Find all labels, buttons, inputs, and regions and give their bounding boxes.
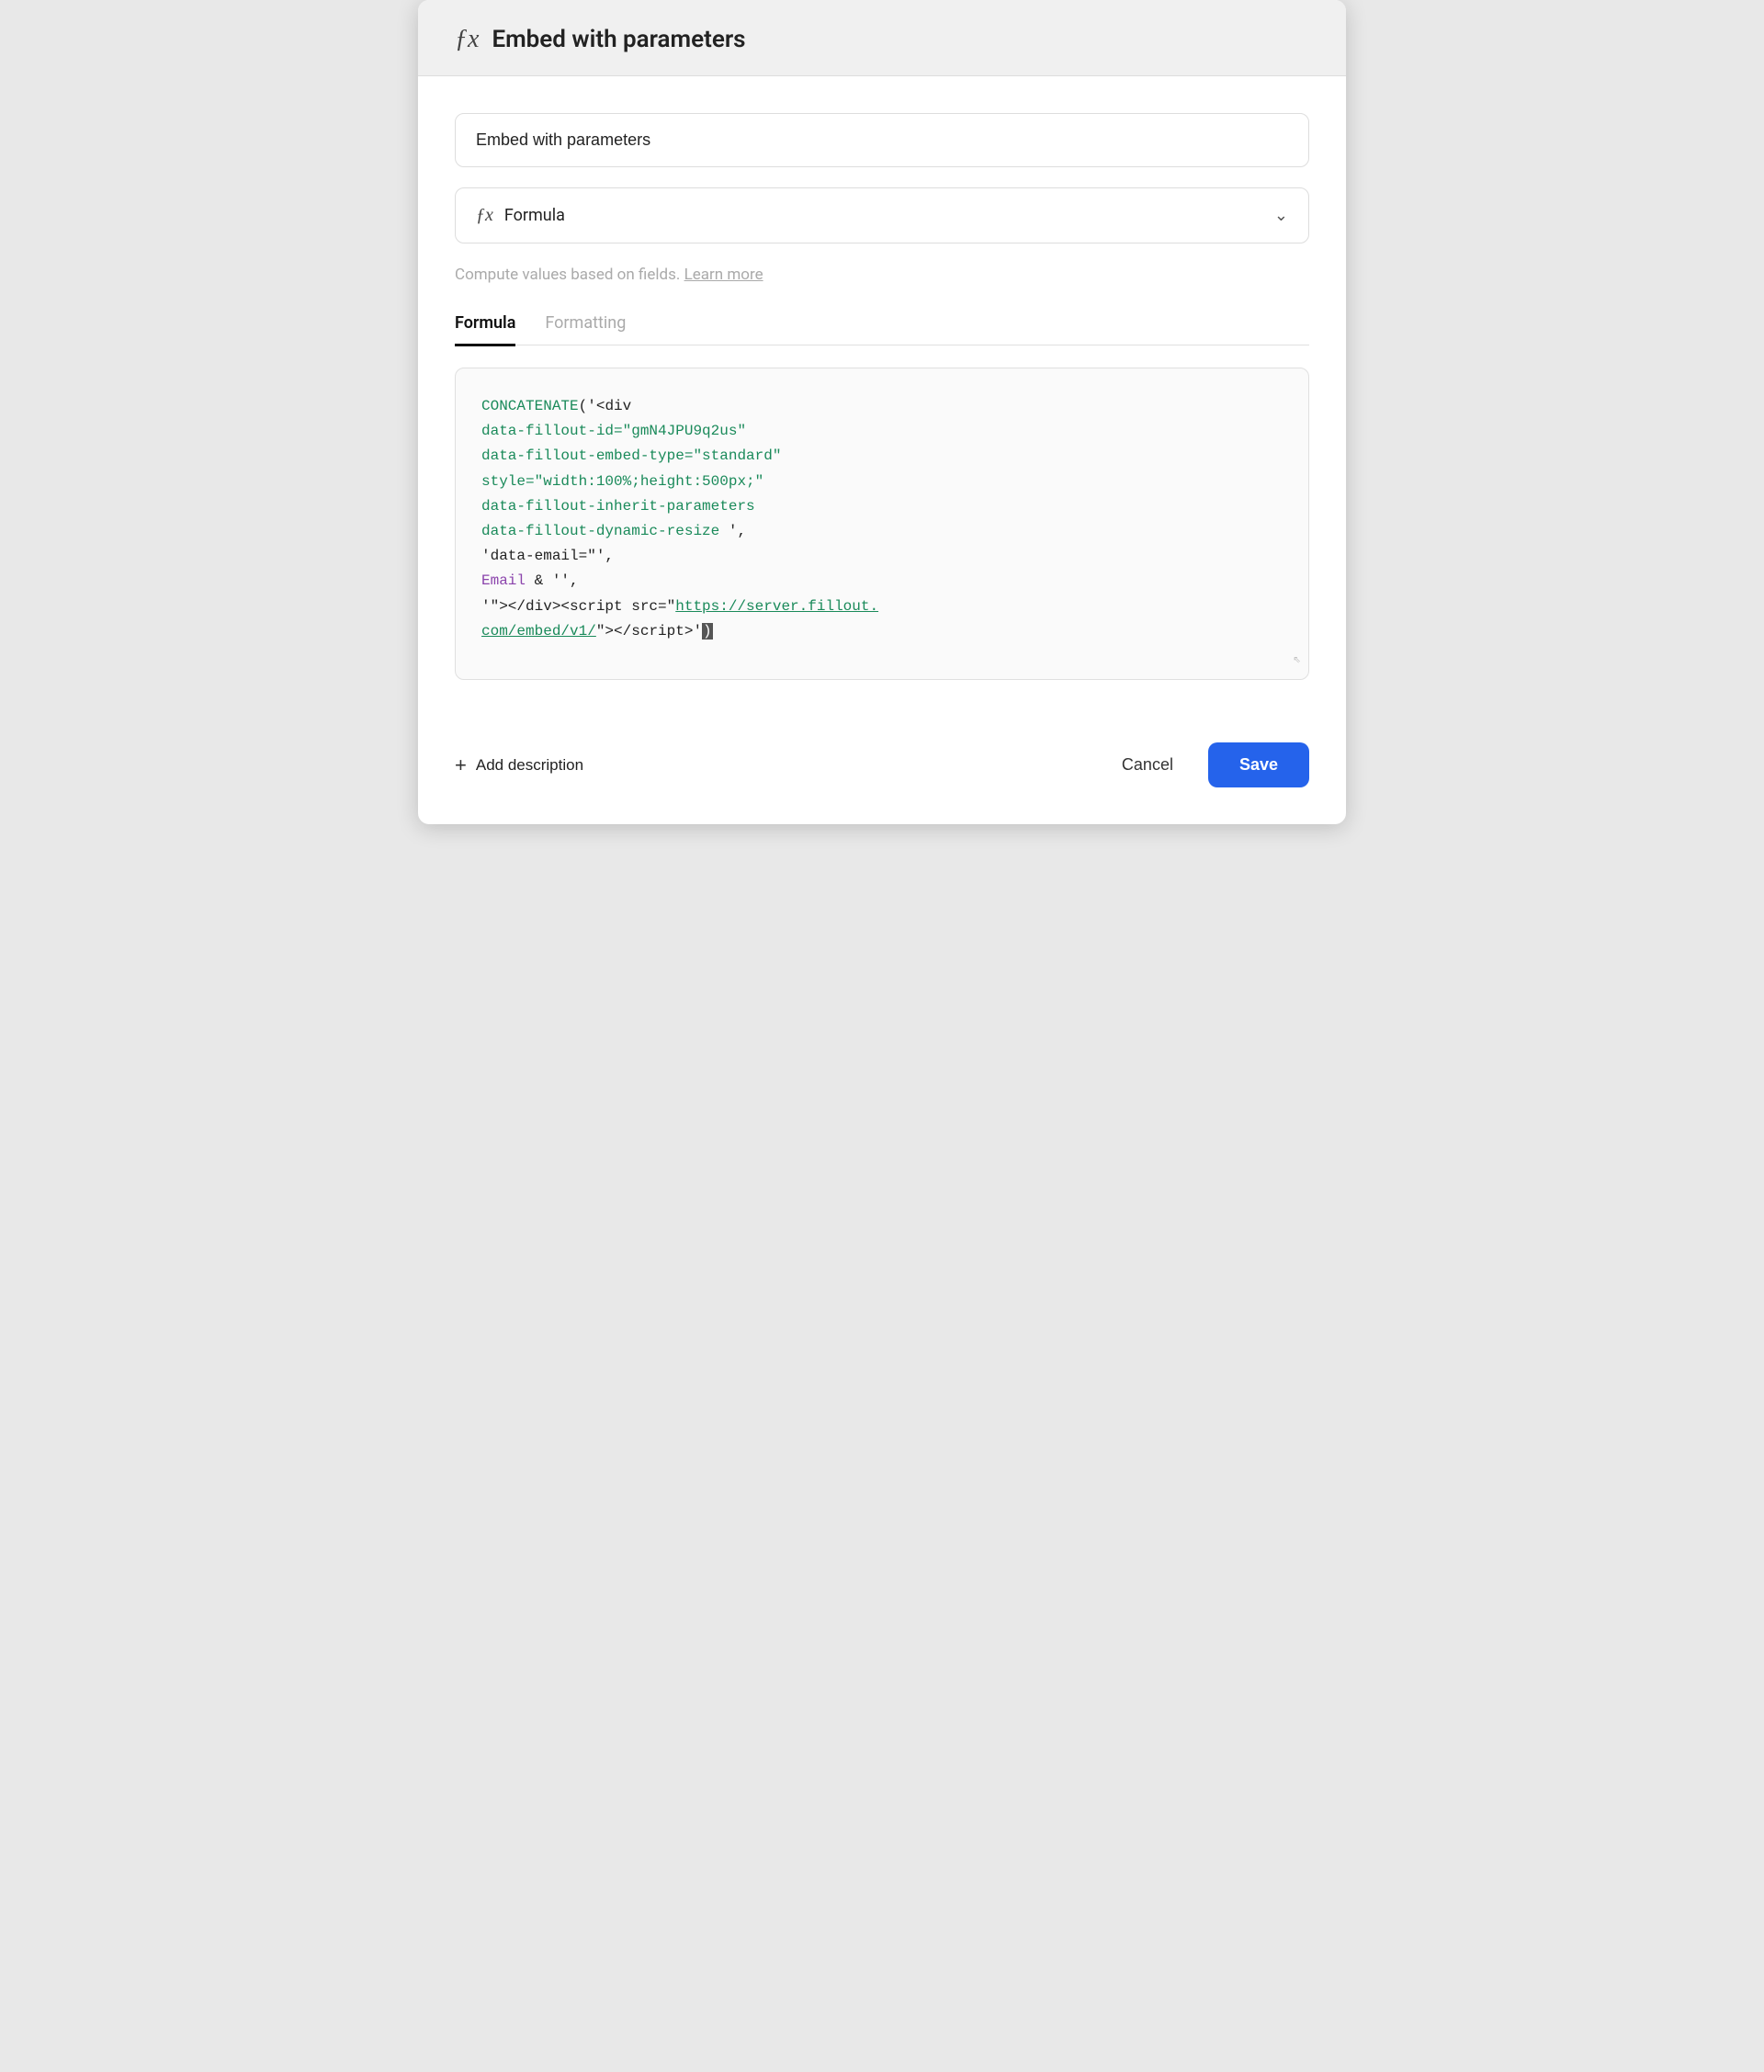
formula-line-3: data-fillout-embed-type="standard" [481, 444, 1283, 469]
footer-actions: Cancel Save [1105, 742, 1309, 787]
add-description-label: Add description [476, 756, 583, 775]
formula-icon: ƒx [455, 27, 479, 52]
formula-type-icon: ƒx [476, 205, 493, 226]
learn-more-link[interactable]: Learn more [684, 266, 763, 284]
type-selector[interactable]: ƒx Formula ⌄ [455, 187, 1309, 243]
type-selector-label: Formula [504, 206, 1263, 225]
add-description-button[interactable]: + Add description [455, 753, 583, 777]
resize-handle-icon[interactable]: ⇖ [1294, 650, 1301, 672]
formula-line-1: CONCATENATE('<div [481, 394, 1283, 419]
modal-header: ƒx Embed with parameters [418, 0, 1346, 76]
formula-line-2: data-fillout-id="gmN4JPU9q2us" [481, 419, 1283, 444]
formula-line-10: com/embed/v1/"></script>') [481, 619, 1283, 644]
modal-footer: + Add description Cancel Save [418, 742, 1346, 824]
formula-line-6: data-fillout-dynamic-resize ', [481, 519, 1283, 544]
tab-formatting[interactable]: Formatting [545, 313, 626, 346]
field-name-input[interactable] [455, 113, 1309, 167]
formula-line-9: '"></div><script src="https://server.fil… [481, 594, 1283, 619]
tab-bar: Formula Formatting [455, 313, 1309, 346]
concatenate-keyword: CONCATENATE [481, 398, 579, 414]
compute-description: Compute values based on fields. Learn mo… [455, 264, 1309, 288]
formula-editor[interactable]: CONCATENATE('<div data-fillout-id="gmN4J… [455, 368, 1309, 680]
tab-formula[interactable]: Formula [455, 313, 515, 346]
modal-title: Embed with parameters [492, 26, 745, 53]
modal-body: ƒx Formula ⌄ Compute values based on fie… [418, 76, 1346, 742]
compute-main-text: Compute values based on fields. [455, 266, 680, 284]
formula-line-8: Email & '', [481, 569, 1283, 594]
modal-container: ƒx Embed with parameters ƒx Formula ⌄ Co… [418, 0, 1346, 824]
chevron-down-icon: ⌄ [1274, 206, 1288, 225]
formula-line-7: 'data-email="', [481, 544, 1283, 569]
plus-icon: + [455, 753, 467, 777]
cancel-button[interactable]: Cancel [1105, 744, 1190, 786]
formula-line-5: data-fillout-inherit-parameters [481, 494, 1283, 519]
formula-line-4: style="width:100%;height:500px;" [481, 470, 1283, 494]
save-button[interactable]: Save [1208, 742, 1309, 787]
